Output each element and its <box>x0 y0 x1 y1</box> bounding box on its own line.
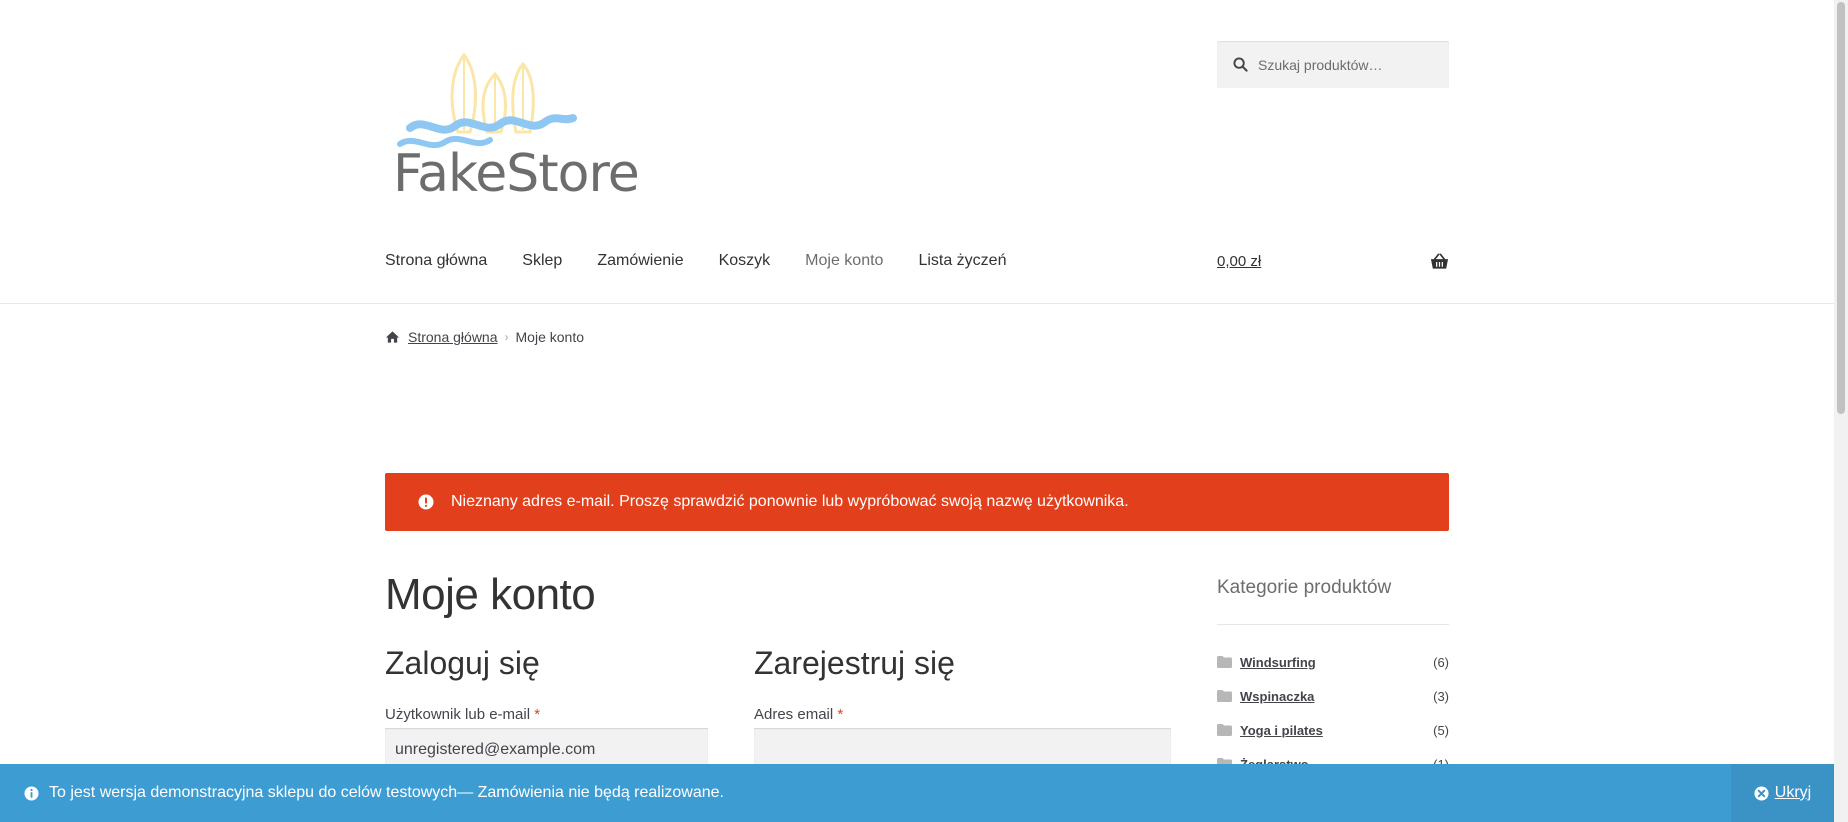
basket-icon[interactable] <box>1430 253 1449 271</box>
page-scrollbar[interactable] <box>1834 0 1848 822</box>
page-title: Moje konto <box>385 570 596 619</box>
nav-item-cart[interactable]: Koszyk <box>719 252 771 270</box>
scrollbar-thumb[interactable] <box>1837 2 1845 414</box>
error-notice: Nieznany adres e-mail. Proszę sprawdzić … <box>385 473 1449 531</box>
widget-divider <box>1217 624 1449 625</box>
category-link[interactable]: Windsurfing <box>1240 655 1316 670</box>
folder-icon <box>1217 656 1232 668</box>
breadcrumb-current: Moje konto <box>515 329 584 345</box>
logo-text: FakeStore <box>393 144 640 204</box>
breadcrumb-home-link[interactable]: Strona główna <box>408 329 498 345</box>
site-logo[interactable]: FakeStore <box>385 52 640 204</box>
close-circle-icon <box>1754 785 1769 801</box>
nav-item-my-account[interactable]: Moje konto <box>805 252 883 270</box>
exclamation-circle-icon <box>418 494 434 510</box>
nav-item-checkout[interactable]: Zamówienie <box>597 252 683 270</box>
category-list: Windsurfing (6) Wspinaczka (3) Yoga i pi… <box>1217 645 1449 781</box>
category-link[interactable]: Wspinaczka <box>1240 689 1314 704</box>
search-box[interactable] <box>1217 41 1449 88</box>
folder-icon <box>1217 724 1232 736</box>
info-circle-icon <box>24 785 39 801</box>
username-label: Użytkownik lub e-mail * <box>385 706 540 723</box>
error-message: Nieznany adres e-mail. Proszę sprawdzić … <box>451 493 1129 510</box>
required-mark: * <box>534 706 541 723</box>
nav-item-home[interactable]: Strona główna <box>385 252 487 270</box>
category-count: (3) <box>1433 688 1449 704</box>
primary-nav: Strona główna Sklep Zamówienie Koszyk Mo… <box>385 252 1041 270</box>
folder-icon <box>1217 690 1232 702</box>
category-item: Yoga i pilates (5) <box>1217 713 1449 747</box>
username-label-text: Użytkownik lub e-mail <box>385 706 531 723</box>
category-count: (5) <box>1433 722 1449 738</box>
product-categories-title: Kategorie produktów <box>1217 577 1392 598</box>
category-link[interactable]: Yoga i pilates <box>1240 723 1323 738</box>
category-count: (6) <box>1433 654 1449 670</box>
category-item: Wspinaczka (3) <box>1217 679 1449 713</box>
nav-item-shop[interactable]: Sklep <box>522 252 562 270</box>
register-email-label: Adres email * <box>754 706 843 723</box>
category-item: Windsurfing (6) <box>1217 645 1449 679</box>
search-input[interactable] <box>1258 56 1448 73</box>
site-header: FakeStore Strona główna Sklep Zamówienie… <box>0 0 1834 304</box>
breadcrumb-separator: › <box>504 330 509 344</box>
dismiss-label: Ukryj <box>1774 784 1812 801</box>
required-mark: * <box>837 706 844 723</box>
nav-item-wishlist[interactable]: Lista życzeń <box>918 252 1006 270</box>
demo-notice-message: To jest wersja demonstracyjna sklepu do … <box>49 784 724 801</box>
demo-store-notice: To jest wersja demonstracyjna sklepu do … <box>0 764 1834 822</box>
cart-total[interactable]: 0,00 zł <box>1217 253 1261 270</box>
login-title: Zaloguj się <box>385 645 540 681</box>
search-icon <box>1233 57 1248 72</box>
home-icon <box>385 331 400 343</box>
register-title: Zarejestruj się <box>754 645 955 681</box>
breadcrumb: Strona główna › Moje konto <box>385 329 584 345</box>
dismiss-notice-button[interactable]: Ukryj <box>1731 764 1834 822</box>
register-email-label-text: Adres email <box>754 706 834 723</box>
